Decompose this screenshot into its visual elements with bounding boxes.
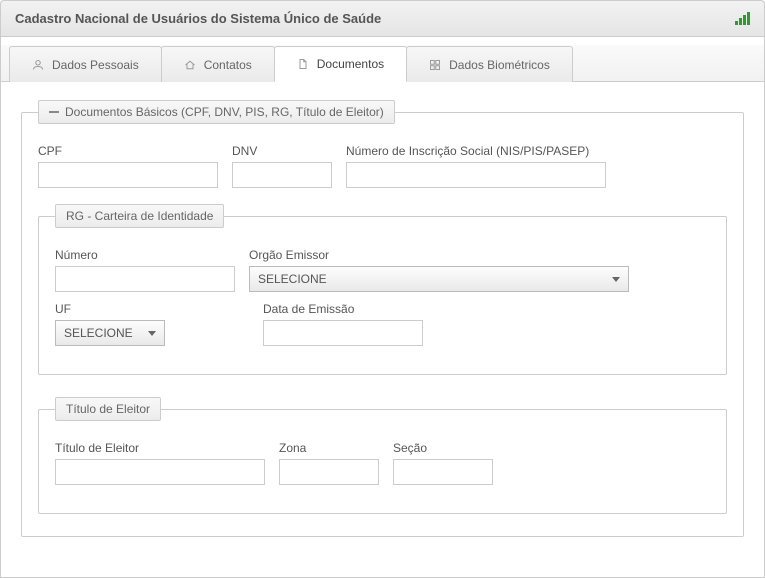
tab-bar: Dados Pessoais Contatos Documentos Dados… [1,45,764,82]
tab-label: Contatos [204,58,252,72]
group-legend-text: RG - Carteira de Identidade [66,209,213,223]
rg-numero-label: Número [55,248,235,262]
nis-label: Número de Inscrição Social (NIS/PIS/PASE… [346,144,606,158]
titulo-input[interactable] [55,459,265,485]
secao-input[interactable] [393,459,493,485]
document-icon [297,58,309,70]
tab-documentos[interactable]: Documentos [274,46,407,82]
tab-content-documentos: Documentos Básicos (CPF, DNV, PIS, RG, T… [9,82,756,569]
nis-input[interactable] [346,162,606,188]
dnv-input[interactable] [232,162,332,188]
rg-numero-input[interactable] [55,266,235,292]
group-titulo-eleitor: Título de Eleitor Título de Eleitor Zona… [38,397,727,514]
tab-dados-pessoais[interactable]: Dados Pessoais [9,46,162,82]
home-icon [184,59,196,71]
tabs-container: Dados Pessoais Contatos Documentos Dados… [0,37,765,578]
titulo-label: Título de Eleitor [55,441,265,455]
group-legend: Título de Eleitor [55,397,161,421]
group-legend-text: Documentos Básicos (CPF, DNV, PIS, RG, T… [65,105,384,119]
group-legend: Documentos Básicos (CPF, DNV, PIS, RG, T… [38,100,395,124]
tab-contatos[interactable]: Contatos [161,46,275,82]
rg-emissao-input[interactable] [263,320,423,346]
cpf-label: CPF [38,144,218,158]
cpf-input[interactable] [38,162,218,188]
rg-uf-selected: SELECIONE [64,326,133,340]
zona-input[interactable] [279,459,379,485]
secao-label: Seção [393,441,493,455]
group-rg: RG - Carteira de Identidade Número Orgão… [38,204,727,375]
collapse-icon [49,111,59,113]
page-title: Cadastro Nacional de Usuários do Sistema… [15,11,381,26]
grid-icon [429,59,441,71]
tab-dados-biometricos[interactable]: Dados Biométricos [406,46,573,82]
rg-uf-select[interactable]: SELECIONE [55,320,165,346]
person-icon [32,59,44,71]
rg-orgao-label: Orgão Emissor [249,248,629,262]
group-legend: RG - Carteira de Identidade [55,204,224,228]
tab-label: Dados Biométricos [449,58,550,72]
rg-uf-label: UF [55,302,165,316]
app-header: Cadastro Nacional de Usuários do Sistema… [0,0,765,37]
tab-label: Dados Pessoais [52,58,139,72]
tab-label: Documentos [317,57,384,71]
group-documentos-basicos: Documentos Básicos (CPF, DNV, PIS, RG, T… [21,100,744,537]
group-legend-text: Título de Eleitor [66,402,150,416]
chevron-down-icon [148,331,156,336]
signal-icon [735,12,750,25]
rg-orgao-select[interactable]: SELECIONE [249,266,629,292]
rg-orgao-selected: SELECIONE [258,272,327,286]
dnv-label: DNV [232,144,332,158]
zona-label: Zona [279,441,379,455]
chevron-down-icon [612,277,620,282]
rg-emissao-label: Data de Emissão [263,302,423,316]
